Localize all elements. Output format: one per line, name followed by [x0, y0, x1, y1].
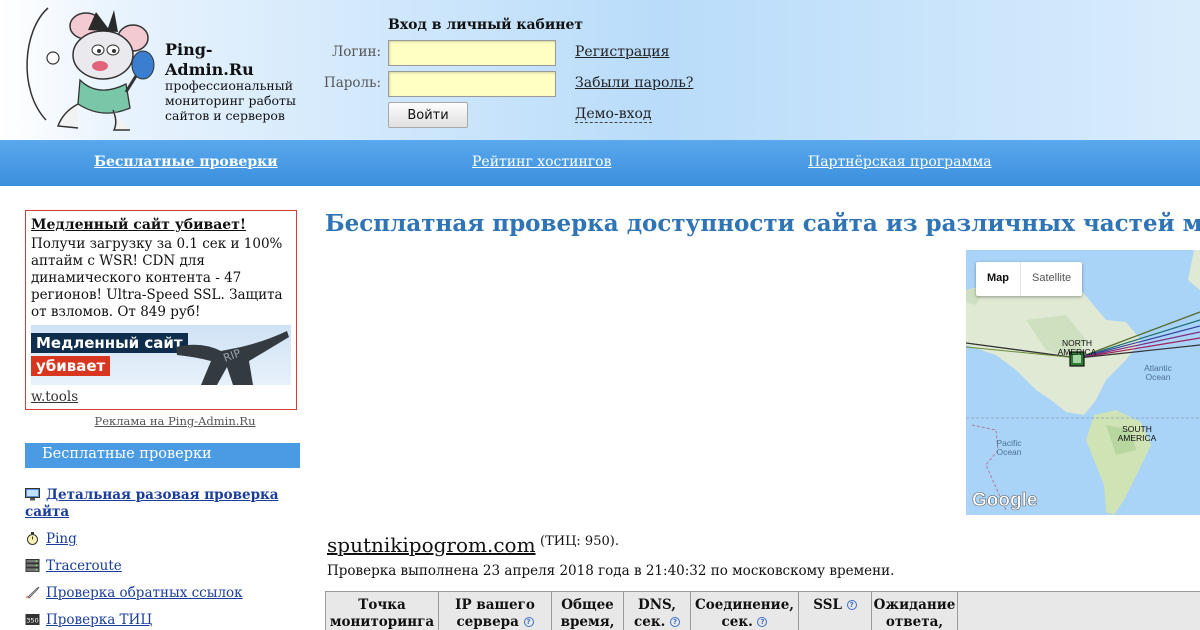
password-label: Пароль: — [323, 75, 381, 91]
google-logo-text: Google — [972, 490, 1038, 512]
tic-badge-text: 350 — [26, 617, 38, 625]
page-title: Бесплатная проверка доступности сайта из… — [325, 210, 1200, 237]
register-link[interactable]: Регистрация — [575, 44, 669, 60]
site-header: Ping-Admin.Ru профессиональный мониторин… — [0, 0, 1200, 140]
map-label-pacific: Pacific Ocean — [996, 438, 1022, 457]
sidebar-item-label[interactable]: Проверка обратных ссылок — [46, 585, 243, 601]
login-title: Вход в личный кабинет — [388, 17, 584, 33]
col-total-time: Общее время, — [552, 592, 624, 630]
map-label-south-america: SOUTH AMERICA — [1117, 424, 1157, 443]
check-timestamp: Проверка выполнена 23 апреля 2018 года в… — [327, 563, 895, 579]
col-label: IP вашего сервера — [455, 597, 535, 630]
nav-hosting-rating[interactable]: Рейтинг хостингов — [472, 154, 611, 170]
col-label: Общее время, — [560, 597, 615, 630]
sidebar-header: Бесплатные проверки — [25, 443, 300, 468]
col-label: Ожидание ответа, — [873, 597, 956, 630]
help-icon[interactable]: ? — [846, 600, 857, 610]
sidebar-item-backlinks[interactable]: Проверка обратных ссылок — [25, 585, 300, 602]
google-logo[interactable]: Google — [972, 490, 1038, 512]
sidebar-item-traceroute[interactable]: Traceroute — [25, 558, 300, 575]
login-input[interactable] — [388, 40, 556, 66]
col-label: SSL — [813, 597, 842, 613]
ad-note-link[interactable]: Реклама на Ping-Admin.Ru — [25, 414, 325, 428]
ad-block: Медленный сайт убивает! Получи загрузку … — [25, 210, 297, 410]
rocket-icon — [26, 586, 40, 599]
password-input[interactable] — [388, 71, 556, 97]
sidebar-item-label[interactable]: Traceroute — [46, 558, 122, 574]
col-monitoring-point: Точка мониторинга — [326, 592, 439, 630]
demo-login-link[interactable]: Демо-вход — [575, 106, 652, 123]
main-nav: Бесплатные проверки Рейтинг хостингов Па… — [0, 140, 1200, 186]
mouse-mascot-logo[interactable] — [18, 0, 163, 135]
col-label: Соединение, сек. — [694, 597, 794, 630]
checked-site-link[interactable]: sputnikipogrom.com — [327, 533, 536, 557]
ad-banner-line1: Медленный сайт — [31, 333, 188, 353]
tic-badge-icon: 350 — [25, 614, 40, 625]
login-button[interactable]: Войти — [388, 102, 468, 128]
map-type-toggle: Map Satellite — [976, 262, 1083, 296]
ad-banner-line2: убивает — [31, 356, 111, 376]
ad-banner[interactable]: Медленный сайт убивает RIP — [31, 325, 291, 385]
ad-link[interactable]: w.tools — [31, 389, 291, 405]
nav-partner-program[interactable]: Партнёрская программа — [808, 154, 992, 170]
results-table-header: Точка мониторинга IP вашего сервера ? Об… — [325, 591, 1200, 630]
brand-name[interactable]: Ping-Admin.Ru — [165, 40, 285, 80]
stopwatch-icon — [27, 532, 38, 545]
col-label: DNS, сек. — [634, 597, 676, 630]
col-server-ip: IP вашего сервера ? — [439, 592, 552, 630]
ad-title[interactable]: Медленный сайт убивает! — [31, 216, 291, 234]
sidebar-item-label[interactable]: Ping — [46, 531, 77, 547]
map-label-north-america: NORTH AMERICA — [1057, 338, 1097, 357]
world-map[interactable]: Map Satellite NORTH AMERICA Atlantic Oce… — [966, 250, 1200, 515]
sidebar-item-tic-check[interactable]: 350 Проверка ТИЦ — [25, 612, 300, 629]
sidebar-item-label[interactable]: Детальная разовая проверка сайта — [25, 487, 279, 520]
help-icon[interactable]: ? — [757, 617, 768, 627]
help-icon[interactable]: ? — [523, 617, 534, 627]
brand-tagline: профессиональный мониторинг работы сайто… — [165, 78, 296, 123]
forgot-password-link[interactable]: Забыли пароль? — [575, 75, 693, 91]
map-tab-satellite[interactable]: Satellite — [1020, 262, 1082, 296]
map-label-atlantic: Atlantic Ocean — [1144, 363, 1172, 382]
col-wait: Ожидание ответа, — [872, 592, 958, 630]
map-tab-map[interactable]: Map — [976, 262, 1020, 296]
col-connect: Соединение, сек. ? — [691, 592, 799, 630]
site-tic-value: (ТИЦ: 950). — [540, 534, 619, 549]
col-ssl: SSL ? — [799, 592, 872, 630]
ad-figure-image: RIP — [176, 331, 289, 385]
sidebar-item-ping[interactable]: Ping — [25, 531, 300, 548]
help-icon[interactable]: ? — [669, 617, 680, 627]
ad-text: Получи загрузку за 0.1 сек и 100% аптайм… — [31, 236, 283, 320]
sidebar-item-detailed-check[interactable]: Детальная разовая проверка сайта — [25, 487, 300, 521]
nav-free-checks[interactable]: Бесплатные проверки — [94, 154, 278, 170]
col-dns: DNS, сек. ? — [624, 592, 691, 630]
monitor-icon — [25, 488, 40, 501]
login-label: Логин: — [331, 44, 381, 60]
col-label: Точка мониторинга — [329, 597, 435, 630]
sidebar-item-label[interactable]: Проверка ТИЦ — [46, 612, 152, 628]
server-rack-icon — [25, 559, 40, 572]
